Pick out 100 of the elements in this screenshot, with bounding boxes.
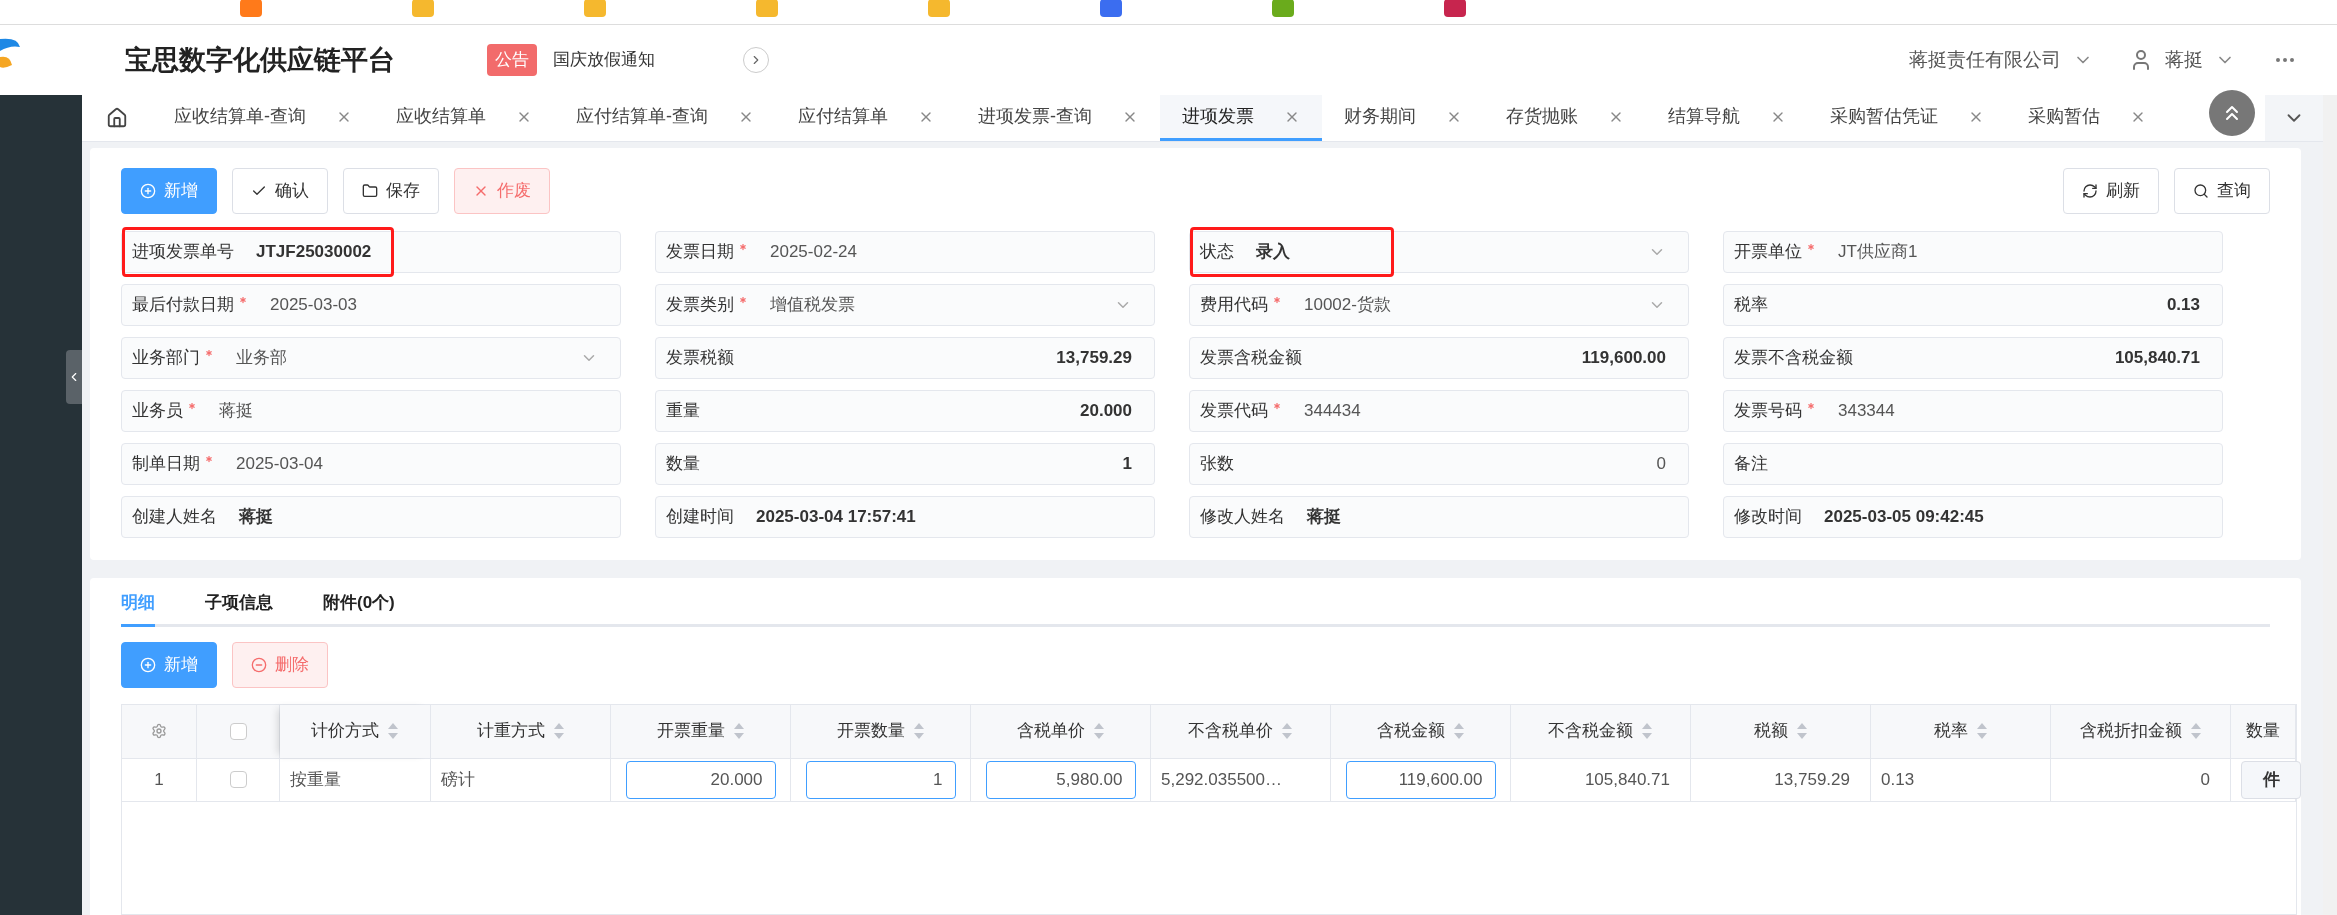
column-header[interactable]: 开票数量 bbox=[836, 718, 905, 744]
form-field[interactable]: 开票单位 JT供应商1 bbox=[1723, 231, 2223, 273]
button-icon bbox=[2082, 183, 2098, 199]
user-menu[interactable]: 蒋挺 bbox=[2165, 45, 2235, 75]
form-field[interactable]: 备注 bbox=[1723, 443, 2223, 485]
table-cell-text: 13,759.29 bbox=[1773, 768, 1851, 791]
form-field[interactable]: 最后付款日期 2025-03-03 bbox=[121, 284, 621, 326]
column-header[interactable]: 计重方式 bbox=[476, 718, 545, 744]
page-tab[interactable]: 应收结算单 bbox=[374, 95, 554, 141]
field-value: JT供应商1 bbox=[1838, 241, 1918, 264]
table-input[interactable]: 5,980.00 bbox=[985, 760, 1136, 799]
button-icon bbox=[140, 183, 156, 199]
field-label: 发票日期 bbox=[666, 241, 734, 264]
form-field[interactable]: 创建人姓名 蒋挺 bbox=[121, 496, 621, 538]
form-field[interactable]: 创建时间 2025-03-04 17:57:41 bbox=[655, 496, 1155, 538]
form-field[interactable]: 数量 1 bbox=[655, 443, 1155, 485]
field-value: 344434 bbox=[1304, 400, 1361, 423]
form-field[interactable]: 发票日期 2025-02-24 bbox=[655, 231, 1155, 273]
page-tab[interactable]: 应付结算单-查询 bbox=[554, 95, 776, 141]
detail-tab[interactable]: 子项信息 bbox=[205, 590, 273, 627]
toolbar-button[interactable]: 确认 bbox=[232, 168, 328, 214]
form-field[interactable]: 发票税额 13,759.29 bbox=[655, 337, 1155, 379]
page-tab[interactable]: 财务期间 bbox=[1322, 95, 1484, 141]
bookmark-icon[interactable] bbox=[1100, 0, 1122, 17]
form-field[interactable]: 费用代码 10002-货款 bbox=[1189, 284, 1689, 326]
collapse-sidebar-button[interactable] bbox=[66, 350, 82, 404]
page-tab[interactable]: 应付结算单 bbox=[776, 95, 956, 141]
settings-icon[interactable] bbox=[151, 723, 167, 739]
page-tab[interactable]: 结算导航 bbox=[1646, 95, 1808, 141]
field-label: 业务员 bbox=[132, 400, 183, 423]
column-header[interactable]: 含税金额 bbox=[1376, 718, 1445, 744]
table-input[interactable]: 20.000 bbox=[625, 760, 776, 799]
table-cell-text: 0 bbox=[2199, 768, 2211, 791]
toolbar-button[interactable]: 保存 bbox=[343, 168, 439, 214]
row-checkbox[interactable] bbox=[229, 771, 247, 788]
field-label: 数量 bbox=[666, 453, 700, 476]
field-value: JTJF25030002 bbox=[256, 241, 372, 264]
field-value: 蒋挺 bbox=[1307, 506, 1341, 529]
field-label: 最后付款日期 bbox=[132, 294, 234, 317]
form-field[interactable]: 发票含税金额 119,600.00 bbox=[1189, 337, 1689, 379]
column-header[interactable]: 不含税单价 bbox=[1188, 718, 1273, 744]
bookmark-icon[interactable] bbox=[1272, 0, 1294, 17]
column-header[interactable]: 含税单价 bbox=[1016, 718, 1085, 744]
toolbar-button[interactable]: 刷新 bbox=[2063, 168, 2159, 214]
form-field[interactable]: 修改人姓名 蒋挺 bbox=[1189, 496, 1689, 538]
page-tab[interactable]: 进项发票 bbox=[1160, 95, 1322, 141]
field-value: 2025-03-03 bbox=[270, 294, 357, 317]
form-field[interactable]: 发票类别 增值税发票 bbox=[655, 284, 1155, 326]
notice-text[interactable]: 国庆放假通知 bbox=[553, 47, 655, 73]
field-label: 重量 bbox=[666, 400, 700, 423]
column-header[interactable]: 数量 bbox=[2246, 718, 2280, 744]
field-value: 2025-03-04 bbox=[236, 453, 323, 476]
column-header[interactable]: 计价方式 bbox=[311, 718, 379, 744]
field-label: 状态 bbox=[1200, 241, 1234, 264]
form-field[interactable]: 张数 0 bbox=[1189, 443, 1689, 485]
detail-tab[interactable]: 附件(0个) bbox=[323, 590, 395, 627]
form-field[interactable]: 重量 20.000 bbox=[655, 390, 1155, 432]
company-selector[interactable]: 蒋挺责任有限公司 bbox=[1909, 45, 2093, 75]
page-tab[interactable]: 采购暂估凭证 bbox=[1808, 95, 2006, 141]
field-label: 修改人姓名 bbox=[1200, 506, 1285, 529]
field-label: 业务部门 bbox=[132, 347, 200, 370]
field-value: 343344 bbox=[1838, 400, 1895, 423]
scroll-top-button[interactable] bbox=[2209, 90, 2255, 136]
page-tab[interactable]: 应收结算单-查询 bbox=[152, 95, 374, 141]
field-value: 2025-03-04 17:57:41 bbox=[756, 506, 916, 529]
field-value: 0 bbox=[1656, 453, 1667, 476]
page-tab[interactable]: 存货抛账 bbox=[1484, 95, 1646, 141]
select-all-checkbox[interactable] bbox=[229, 722, 247, 740]
field-label: 发票税额 bbox=[666, 347, 734, 370]
page-tab[interactable]: 采购暂估 bbox=[2006, 95, 2168, 141]
field-label: 制单日期 bbox=[132, 453, 200, 476]
page-tab[interactable]: 进项发票-查询 bbox=[956, 95, 1160, 141]
field-value: 13,759.29 bbox=[1056, 347, 1133, 370]
table-input[interactable]: 119,600.00 bbox=[1345, 760, 1496, 799]
toolbar-button[interactable]: 查询 bbox=[2174, 168, 2270, 214]
column-header[interactable]: 开票重量 bbox=[656, 718, 725, 744]
unit-button[interactable]: 件 bbox=[2241, 760, 2301, 799]
form-field[interactable]: 税率 0.13 bbox=[1723, 284, 2223, 326]
field-value: 增值税发票 bbox=[770, 294, 855, 317]
form-field[interactable]: 修改时间 2025-03-05 09:42:45 bbox=[1723, 496, 2223, 538]
field-value: 119,600.00 bbox=[1581, 347, 1667, 370]
form-field[interactable]: 发票代码 344434 bbox=[1189, 390, 1689, 432]
field-value: 蒋挺 bbox=[239, 506, 273, 529]
column-header[interactable]: 不含税金额 bbox=[1548, 718, 1633, 744]
app-title: 宝思数字化供应链平台 bbox=[125, 43, 395, 77]
field-label: 费用代码 bbox=[1200, 294, 1268, 317]
field-label: 创建时间 bbox=[666, 506, 734, 529]
home-icon bbox=[106, 107, 128, 129]
bookmark-icon[interactable] bbox=[1444, 0, 1466, 17]
column-header[interactable]: 税率 bbox=[1933, 718, 1968, 744]
column-header[interactable]: 含税折扣金额 bbox=[2079, 718, 2182, 744]
form-field[interactable]: 制单日期 2025-03-04 bbox=[121, 443, 621, 485]
form-field[interactable]: 业务员 蒋挺 bbox=[121, 390, 621, 432]
form-field[interactable]: 发票号码 343344 bbox=[1723, 390, 2223, 432]
table-input[interactable]: 1 bbox=[805, 760, 956, 799]
field-value: 1 bbox=[1122, 453, 1133, 476]
field-label: 进项发票单号 bbox=[132, 241, 234, 264]
column-header[interactable]: 税额 bbox=[1753, 718, 1788, 744]
form-field[interactable]: 发票不含税金额 105,840.71 bbox=[1723, 337, 2223, 379]
form-field[interactable]: 业务部门 业务部 bbox=[121, 337, 621, 379]
